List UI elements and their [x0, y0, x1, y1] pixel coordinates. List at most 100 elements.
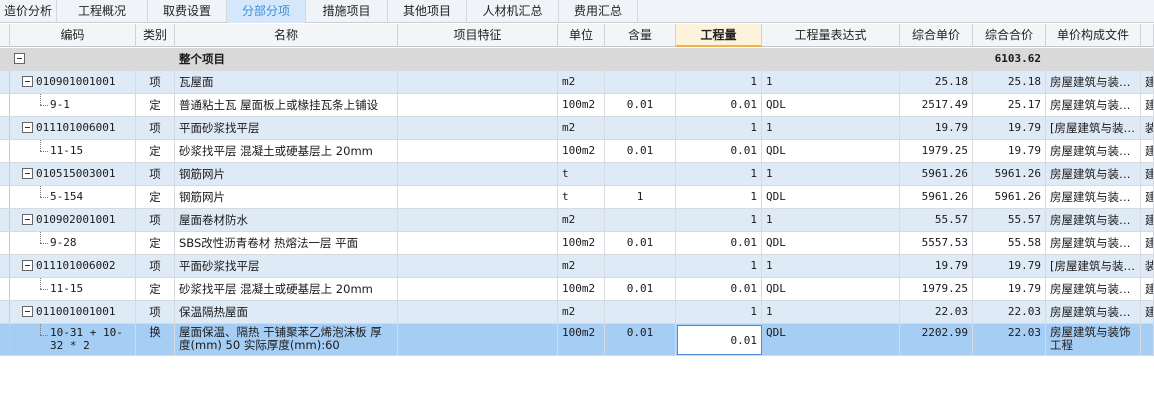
- unit-cell[interactable]: m2: [558, 209, 605, 231]
- header-quantity[interactable]: 工程量: [676, 24, 762, 47]
- code-cell[interactable]: 010515003001: [10, 163, 136, 185]
- content-cell[interactable]: [605, 117, 676, 139]
- quota-row[interactable]: 11-15 定砂浆找平层 混凝土或硬基层上 20mm 100m2 0.01 0.01 QD…: [0, 140, 1154, 163]
- extra-cell[interactable]: 装: [1141, 117, 1154, 139]
- extra-cell[interactable]: 建: [1141, 301, 1154, 323]
- quantity-expression-cell[interactable]: 1: [762, 163, 900, 185]
- quantity-expression-cell[interactable]: QDL: [762, 140, 900, 162]
- row-gutter[interactable]: [0, 71, 10, 93]
- quota-row[interactable]: 9-1 定普通粘土瓦 屋面板上或椽挂瓦条上铺设 100m2 0.01 0.01 QDL 25…: [0, 94, 1154, 117]
- collapse-icon[interactable]: [22, 167, 33, 179]
- unit-price-cell[interactable]: 19.79: [900, 255, 973, 277]
- unit-cell[interactable]: m2: [558, 255, 605, 277]
- tab-cost-analysis[interactable]: 造价分析: [0, 0, 57, 23]
- selected-quota-row[interactable]: 10-31 + 10-32 * 2 换屋面保温、隔热 干铺聚苯乙烯泡沫板 厚度(m…: [0, 324, 1154, 356]
- tab-other-items[interactable]: 其他项目: [388, 0, 467, 23]
- unit-price-cell[interactable]: 5961.26: [900, 186, 973, 208]
- price-file-cell[interactable]: 房屋建筑与装…: [1046, 71, 1141, 93]
- quantity-expression-cell[interactable]: QDL: [762, 232, 900, 254]
- row-gutter[interactable]: [0, 186, 10, 208]
- quantity-edit-input[interactable]: 0.01: [677, 325, 762, 355]
- unit-cell[interactable]: t: [558, 163, 605, 185]
- collapse-icon[interactable]: [22, 259, 33, 271]
- name-cell[interactable]: 保温隔热屋面: [175, 301, 398, 323]
- price-file-cell[interactable]: 房屋建筑与装饰工程: [1046, 324, 1141, 355]
- type-cell[interactable]: 定: [136, 186, 175, 208]
- type-cell[interactable]: 项: [136, 209, 175, 231]
- price-file-cell[interactable]: 房屋建筑与装…: [1046, 186, 1141, 208]
- header-unit[interactable]: 单位: [558, 24, 605, 47]
- unit-price-cell[interactable]: 22.03: [900, 301, 973, 323]
- total-price-cell[interactable]: 25.17: [973, 94, 1046, 116]
- quantity-expression-cell[interactable]: QDL: [762, 94, 900, 116]
- tab-labor-material-summary[interactable]: 人材机汇总: [467, 0, 559, 23]
- feature-cell[interactable]: [398, 255, 558, 277]
- collapse-icon[interactable]: [22, 121, 33, 133]
- bill-item-row[interactable]: 011001001001 项保温隔热屋面 m2 1 1 22.03 22.03 房屋建筑与装……: [0, 301, 1154, 324]
- header-unit-price[interactable]: 综合单价: [900, 24, 973, 47]
- content-cell[interactable]: [605, 163, 676, 185]
- name-cell[interactable]: 屋面保温、隔热 干铺聚苯乙烯泡沫板 厚度(mm) 50 实际厚度(mm):60: [175, 324, 398, 355]
- total-price-cell[interactable]: 22.03: [973, 301, 1046, 323]
- quantity-cell[interactable]: 1: [676, 117, 762, 139]
- content-cell[interactable]: [605, 255, 676, 277]
- quantity-expression-cell[interactable]: 1: [762, 117, 900, 139]
- total-price-cell[interactable]: 19.79: [973, 278, 1046, 300]
- bill-item-row[interactable]: 011101006001 项平面砂浆找平层 m2 1 1 19.79 19.79 [房屋建筑与…: [0, 117, 1154, 140]
- price-file-cell[interactable]: [房屋建筑与装…: [1046, 255, 1141, 277]
- tab-sub-items[interactable]: 分部分项: [227, 0, 306, 23]
- feature-cell[interactable]: [398, 71, 558, 93]
- quota-row[interactable]: 9-28 定 SBS改性沥青卷材 热熔法一层 平面 100m2 0.01 0.01 QDL 5…: [0, 232, 1154, 255]
- feature-cell[interactable]: [398, 324, 558, 355]
- price-file-cell[interactable]: 房屋建筑与装…: [1046, 232, 1141, 254]
- feature-cell[interactable]: [398, 117, 558, 139]
- row-gutter[interactable]: [0, 324, 10, 355]
- unit-price-cell[interactable]: 2517.49: [900, 94, 973, 116]
- extra-cell[interactable]: 建: [1141, 209, 1154, 231]
- tab-fee-settings[interactable]: 取费设置: [148, 0, 227, 23]
- quantity-cell[interactable]: 1: [676, 71, 762, 93]
- code-cell[interactable]: 10-31 + 10-32 * 2: [10, 324, 136, 355]
- feature-cell[interactable]: [398, 301, 558, 323]
- name-cell[interactable]: 砂浆找平层 混凝土或硬基层上 20mm: [175, 278, 398, 300]
- price-file-cell[interactable]: 房屋建筑与装…: [1046, 140, 1141, 162]
- quantity-expression-cell[interactable]: 1: [762, 209, 900, 231]
- code-cell[interactable]: 9-28: [10, 232, 136, 254]
- row-gutter[interactable]: [0, 232, 10, 254]
- name-cell[interactable]: 钢筋网片: [175, 163, 398, 185]
- content-cell[interactable]: [605, 301, 676, 323]
- bill-item-row[interactable]: 011101006002 项平面砂浆找平层 m2 1 1 19.79 19.79 [房屋建筑与…: [0, 255, 1154, 278]
- unit-price-cell[interactable]: 5557.53: [900, 232, 973, 254]
- unit-cell[interactable]: 100m2: [558, 278, 605, 300]
- extra-cell[interactable]: 建: [1141, 232, 1154, 254]
- row-gutter[interactable]: [0, 163, 10, 185]
- feature-cell[interactable]: [398, 278, 558, 300]
- price-file-cell[interactable]: 房屋建筑与装…: [1046, 209, 1141, 231]
- feature-cell[interactable]: [398, 94, 558, 116]
- header-quantity-expression[interactable]: 工程量表达式: [762, 24, 900, 47]
- code-cell[interactable]: 11-15: [10, 278, 136, 300]
- content-cell[interactable]: [605, 71, 676, 93]
- bill-item-row[interactable]: 010901001001项瓦屋面m21125.1825.18房屋建筑与装…建: [0, 71, 1154, 94]
- total-price-cell[interactable]: 5961.26: [973, 163, 1046, 185]
- type-cell[interactable]: 项: [136, 71, 175, 93]
- type-cell[interactable]: 定: [136, 232, 175, 254]
- quantity-cell[interactable]: 1: [676, 163, 762, 185]
- unit-price-cell[interactable]: 1979.25: [900, 278, 973, 300]
- code-cell[interactable]: 9-1: [10, 94, 136, 116]
- total-price-cell[interactable]: 55.58: [973, 232, 1046, 254]
- total-price-cell[interactable]: 19.79: [973, 140, 1046, 162]
- row-gutter[interactable]: [0, 255, 10, 277]
- extra-cell[interactable]: 建: [1141, 278, 1154, 300]
- bill-item-row[interactable]: 010902001001 项屋面卷材防水 m2 1 1 55.57 55.57 房屋建筑与装……: [0, 209, 1154, 232]
- quota-row[interactable]: 5-154定钢筋网片t11QDL5961.265961.26房屋建筑与装…建: [0, 186, 1154, 209]
- extra-cell[interactable]: 装: [1141, 255, 1154, 277]
- name-cell[interactable]: 普通粘土瓦 屋面板上或椽挂瓦条上铺设: [175, 94, 398, 116]
- total-price-cell[interactable]: 55.57: [973, 209, 1046, 231]
- content-cell[interactable]: 0.01: [605, 278, 676, 300]
- code-cell[interactable]: 5-154: [10, 186, 136, 208]
- name-cell[interactable]: 平面砂浆找平层: [175, 117, 398, 139]
- unit-price-cell[interactable]: 19.79: [900, 117, 973, 139]
- quantity-cell[interactable]: 0.01: [676, 278, 762, 300]
- header-code[interactable]: 编码: [10, 24, 136, 47]
